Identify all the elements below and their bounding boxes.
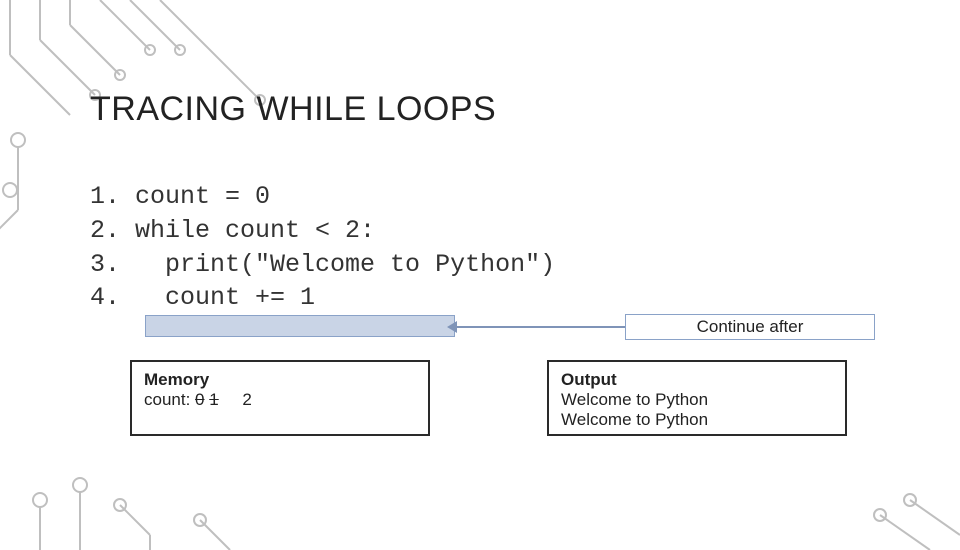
code-line-1: 1. count = 0	[90, 180, 555, 214]
memory-count-line: count: 0 1 2	[144, 390, 416, 410]
memory-prev-value: 0	[195, 390, 204, 409]
code-line-3: 3. print("Welcome to Python")	[90, 248, 555, 282]
arrow-icon	[455, 326, 625, 328]
code-text: print("Welcome to Python")	[120, 250, 555, 279]
code-block: 1. count = 0 2. while count < 2: 3. prin…	[90, 180, 555, 315]
memory-box: Memory count: 0 1 2	[130, 360, 430, 436]
code-line-4: 4. count += 1	[90, 281, 555, 315]
line-number: 2.	[90, 216, 120, 245]
memory-current-value: 2	[242, 390, 251, 409]
line-number: 3.	[90, 250, 120, 279]
page-title: TRACING WHILE LOOPS	[90, 90, 496, 129]
output-line: Welcome to Python	[561, 410, 833, 430]
output-title: Output	[561, 370, 833, 390]
code-line-2: 2. while count < 2:	[90, 214, 555, 248]
code-text: count += 1	[120, 283, 315, 312]
code-text: count = 0	[120, 182, 270, 211]
output-box: Output Welcome to Python Welcome to Pyth…	[547, 360, 847, 436]
memory-prev-value: 1	[209, 390, 218, 409]
line-number: 1.	[90, 182, 120, 211]
memory-title: Memory	[144, 370, 416, 390]
output-line: Welcome to Python	[561, 390, 833, 410]
memory-var-label: count:	[144, 390, 190, 409]
code-text: while count < 2:	[120, 216, 375, 245]
trace-highlight	[145, 315, 455, 337]
line-number: 4.	[90, 283, 120, 312]
circuit-decoration-left	[0, 120, 40, 420]
continue-after-label: Continue after	[625, 314, 875, 340]
circuit-decoration-bottom	[0, 460, 960, 550]
